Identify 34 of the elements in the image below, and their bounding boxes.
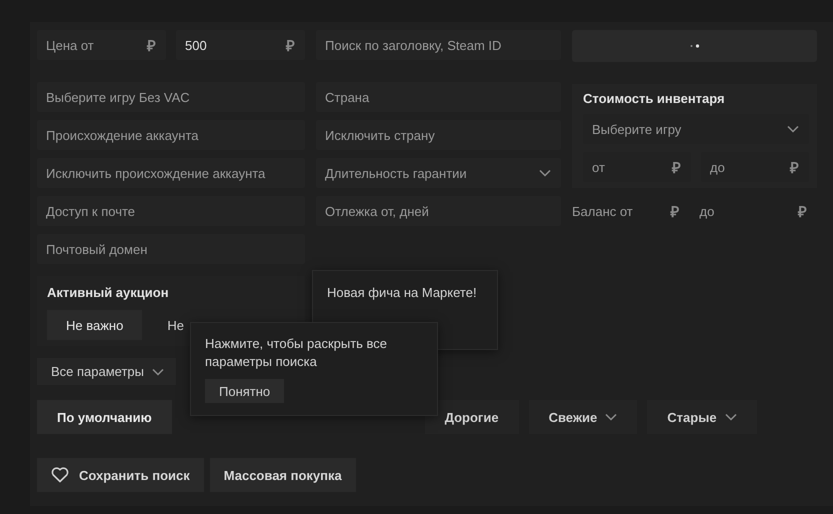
heart-icon xyxy=(51,467,69,483)
section-title: Активный аукцион xyxy=(47,285,169,300)
option-button[interactable]: Не важно xyxy=(47,310,142,340)
sort-button[interactable]: Дорогие xyxy=(424,400,519,434)
input-field[interactable]: Исключить происхождение аккаунта xyxy=(37,158,305,188)
tooltip-text: Новая фича на Маркете! xyxy=(327,285,477,300)
option-button[interactable]: Не xyxy=(148,310,203,340)
captcha-field[interactable] xyxy=(572,30,817,62)
input-field[interactable]: Исключить страну xyxy=(316,120,561,150)
input-field[interactable]: Почтовый домен xyxy=(37,234,305,264)
sort-button[interactable]: Свежие xyxy=(528,400,638,434)
bulk-buy-button[interactable]: Массовая покупка xyxy=(210,458,356,492)
input-field[interactable]: Доступ к почте xyxy=(37,196,305,226)
sort-button[interactable]: Старые xyxy=(647,400,757,434)
save-search-button[interactable]: Сохранить поиск xyxy=(37,458,204,492)
input-field[interactable]: 500 ₽ xyxy=(176,30,305,60)
input-field[interactable]: Цена от ₽ xyxy=(37,30,166,60)
chevron-down-icon xyxy=(152,368,164,376)
chevron-down-icon xyxy=(605,413,618,421)
input-field[interactable]: Отлежка от, дней xyxy=(316,196,561,226)
input-field[interactable]: Происхождение аккаунта xyxy=(37,120,305,150)
loading-dots-icon xyxy=(690,44,700,48)
input-field[interactable]: Выберите игру Без VAC xyxy=(37,82,305,112)
chevron-down-icon xyxy=(724,413,737,421)
chevron-down-icon xyxy=(539,169,551,177)
search-field[interactable]: Поиск по заголовку, Steam ID xyxy=(316,30,561,60)
sort-button[interactable]: По умолчанию xyxy=(37,400,172,434)
tooltip-text: Нажмите, чтобы раскрыть все параметры поиска xyxy=(205,335,388,371)
got-it-button[interactable]: Понятно xyxy=(205,379,284,403)
section-title: Стоимость инвентаря xyxy=(583,90,726,106)
all-parameters-button[interactable]: Все параметры xyxy=(37,358,176,385)
input-field[interactable]: Страна xyxy=(316,82,561,112)
select-field[interactable]: Длительность гарантии xyxy=(316,158,561,188)
chevron-down-icon xyxy=(787,125,799,133)
